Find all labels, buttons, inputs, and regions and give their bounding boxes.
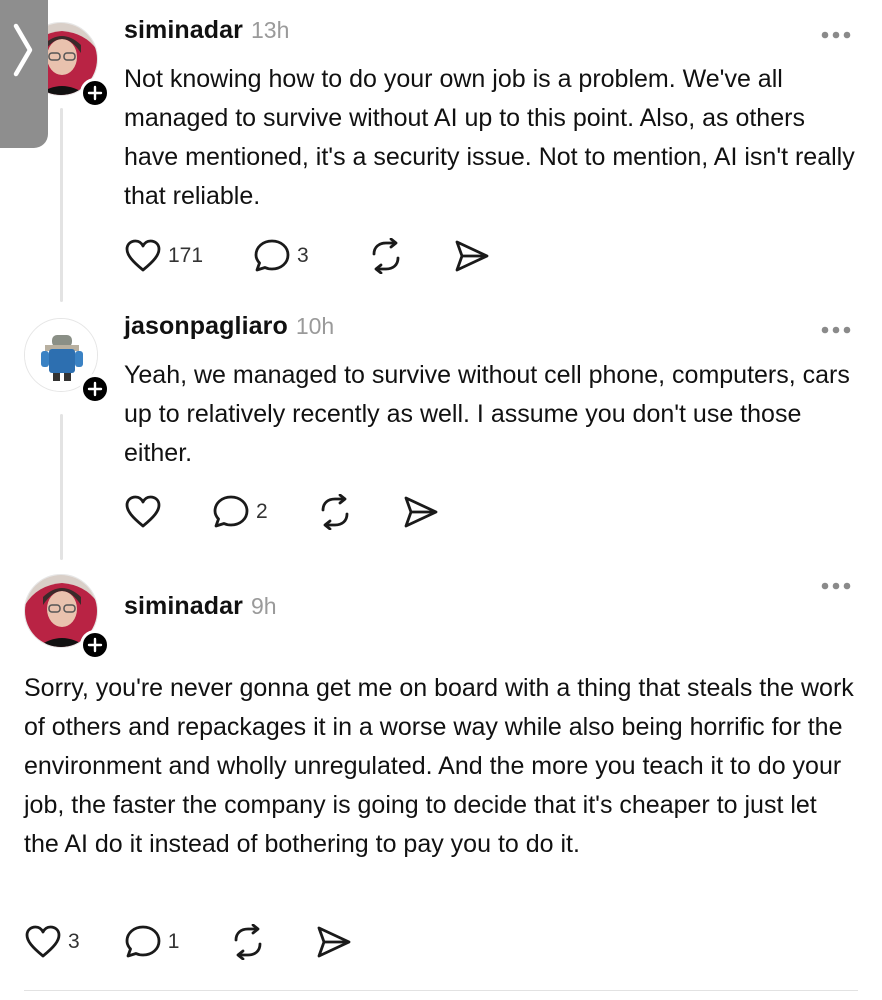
more-options-icon[interactable] xyxy=(820,325,852,335)
like-count: 171 xyxy=(168,244,204,267)
reply-button[interactable]: 1 xyxy=(124,924,180,960)
timestamp: 13h xyxy=(251,17,290,43)
repost-icon xyxy=(372,238,400,274)
send-icon xyxy=(317,926,351,958)
share-button[interactable] xyxy=(315,924,353,960)
post-text: Not knowing how to do your own job is a … xyxy=(124,65,855,210)
follow-plus-icon[interactable] xyxy=(80,374,110,404)
comment-icon xyxy=(125,925,161,958)
divider xyxy=(24,990,858,991)
more-options-icon[interactable] xyxy=(820,581,852,591)
send-icon xyxy=(455,240,489,272)
comment-icon xyxy=(213,495,249,528)
timestamp: 9h xyxy=(251,593,277,619)
thread-line xyxy=(60,108,63,302)
reply-button[interactable]: 3 xyxy=(253,238,309,274)
side-panel-tab[interactable] xyxy=(0,0,48,148)
reply-button[interactable]: 2 xyxy=(212,494,268,530)
chevron-right-icon xyxy=(13,23,33,77)
repost-button[interactable] xyxy=(229,924,267,960)
follow-plus-icon[interactable] xyxy=(80,78,110,108)
reply-count: 1 xyxy=(167,930,180,953)
repost-icon xyxy=(234,924,262,960)
timestamp: 10h xyxy=(295,313,335,339)
like-count: 3 xyxy=(68,930,80,953)
heart-icon xyxy=(25,925,61,958)
follow-plus-icon[interactable] xyxy=(80,630,110,660)
like-button[interactable] xyxy=(124,494,168,530)
share-button[interactable] xyxy=(402,494,440,530)
post-actions: 2 xyxy=(124,492,440,532)
post-actions: 171 3 xyxy=(124,236,491,276)
more-options-icon[interactable] xyxy=(820,30,852,40)
post-text: Sorry, you're never gonna get me on boar… xyxy=(24,674,854,858)
post-text: Yeah, we managed to survive without cell… xyxy=(124,361,850,467)
repost-button[interactable] xyxy=(367,238,405,274)
avatar[interactable] xyxy=(24,574,110,660)
repost-button[interactable] xyxy=(316,494,354,530)
reply-count: 2 xyxy=(256,500,268,523)
username[interactable]: siminadar xyxy=(124,592,243,621)
send-icon xyxy=(404,496,438,528)
share-button[interactable] xyxy=(453,238,491,274)
post-header: siminadar 9h xyxy=(124,592,277,626)
like-button[interactable]: 3 xyxy=(24,924,80,960)
like-button[interactable]: 171 xyxy=(124,238,203,274)
thread-line xyxy=(60,414,63,560)
avatar[interactable] xyxy=(24,318,110,404)
reply-count: 3 xyxy=(297,244,309,267)
repost-icon xyxy=(321,494,349,530)
post-header: jasonpagliaro 10h xyxy=(124,312,334,346)
heart-icon xyxy=(125,495,161,528)
username[interactable]: jasonpagliaro xyxy=(124,312,288,341)
post-actions: 3 1 xyxy=(24,922,353,962)
heart-icon xyxy=(125,239,161,272)
username[interactable]: siminadar xyxy=(124,16,243,45)
post-header: siminadar 13h xyxy=(124,16,289,50)
comment-icon xyxy=(254,239,290,272)
